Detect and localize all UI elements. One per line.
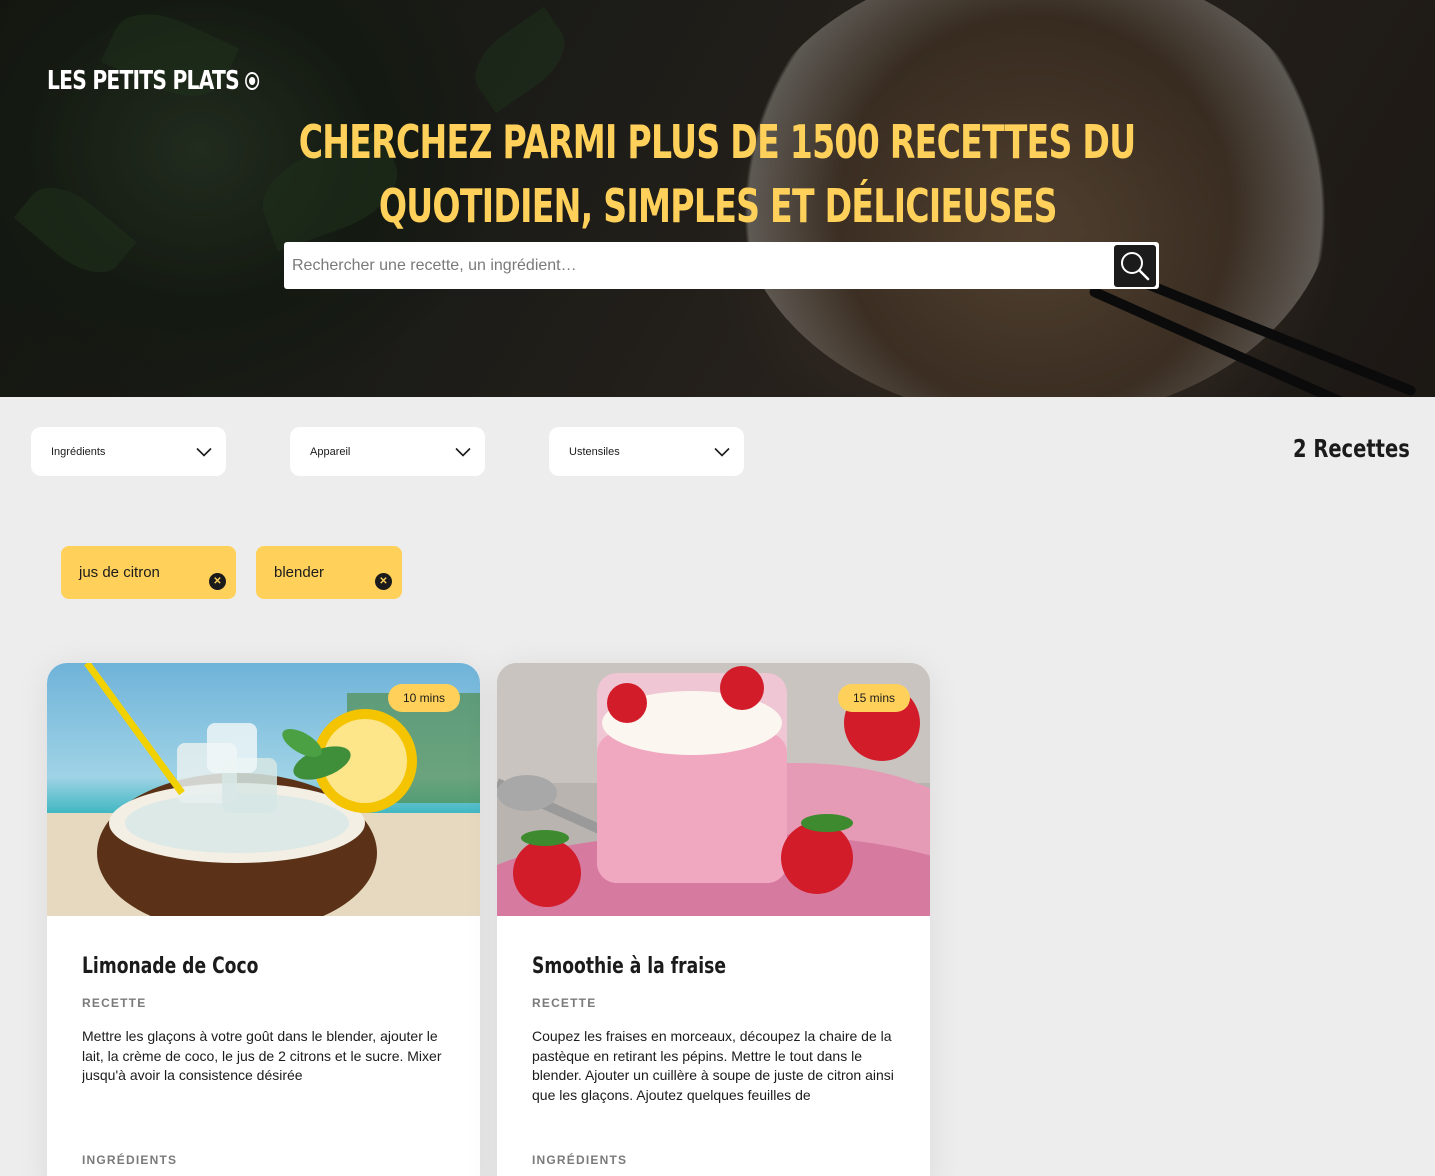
search-icon <box>1121 251 1150 280</box>
active-tag: jus de citron ✕ <box>61 546 236 599</box>
chevron-down-icon <box>714 447 730 457</box>
recipe-title: Limonade de Coco <box>82 954 259 979</box>
recipe-count: 2 Recettes <box>1293 434 1410 463</box>
recipe-description: Coupez les fraises en morceaux, découpez… <box>532 1028 894 1103</box>
search-bar <box>284 242 1159 289</box>
headline-line-2: QUOTIDIEN, SIMPLES ET DÉLICIEUSES <box>378 179 1058 233</box>
hero-banner: LES PETITS PLATS CHERCHEZ PARMI PLUS DE … <box>0 0 1435 397</box>
recipe-card[interactable]: 10 mins Limonade de Coco RECETTE Mettre … <box>47 663 480 1176</box>
recipe-image: 15 mins <box>497 663 930 916</box>
page-headline: CHERCHEZ PARMI PLUS DE 1500 RECETTES DU … <box>0 110 1435 238</box>
search-input[interactable] <box>284 242 1114 289</box>
tag-label: jus de citron <box>79 564 160 581</box>
recipe-section-label: RECETTE <box>532 996 597 1010</box>
dropdown-ingredients[interactable]: Ingrédients <box>31 427 226 476</box>
logo-text: LES PETITS PLATS <box>47 66 240 96</box>
dropdown-label: Appareil <box>310 445 351 458</box>
chevron-down-icon <box>196 447 212 457</box>
ingredients-section-label: INGRÉDIENTS <box>532 1153 628 1167</box>
close-icon[interactable]: ✕ <box>375 573 392 590</box>
recipe-image: 10 mins <box>47 663 480 916</box>
tag-label: blender <box>274 564 325 581</box>
logo-circle-icon <box>245 72 260 90</box>
recipe-title: Smoothie à la fraise <box>532 954 726 979</box>
dropdown-label: Ustensiles <box>569 445 620 458</box>
search-button[interactable] <box>1114 244 1156 287</box>
dropdown-appareil[interactable]: Appareil <box>290 427 485 476</box>
recipe-section-label: RECETTE <box>82 996 147 1010</box>
dropdown-label: Ingrédients <box>51 445 106 458</box>
site-logo[interactable]: LES PETITS PLATS <box>47 66 260 96</box>
recipe-description: Mettre les glaçons à votre goût dans le … <box>82 1028 442 1083</box>
dropdown-ustensiles[interactable]: Ustensiles <box>549 427 744 476</box>
active-tag: blender ✕ <box>256 546 402 599</box>
headline-line-1: CHERCHEZ PARMI PLUS DE 1500 RECETTES DU <box>299 115 1136 169</box>
chevron-down-icon <box>455 447 471 457</box>
time-badge: 10 mins <box>387 684 460 712</box>
close-icon[interactable]: ✕ <box>209 573 226 590</box>
time-badge: 15 mins <box>837 684 910 712</box>
ingredients-section-label: INGRÉDIENTS <box>82 1153 178 1167</box>
recipe-card[interactable]: 15 mins Smoothie à la fraise RECETTE Cou… <box>497 663 930 1176</box>
